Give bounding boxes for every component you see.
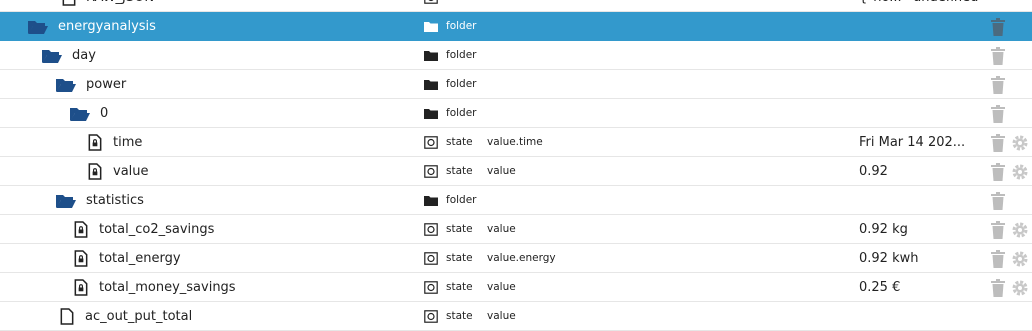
row-type: state — [446, 136, 473, 148]
gear-icon[interactable] — [1011, 250, 1029, 268]
gear-icon[interactable] — [1011, 221, 1029, 239]
tree-row-energyanalysis[interactable]: energyanalysis folder — [0, 12, 1032, 41]
state-type-icon — [424, 223, 438, 236]
row-name: value — [113, 164, 149, 179]
state-file-icon — [74, 279, 88, 296]
trash-icon[interactable] — [990, 163, 1006, 181]
trash-icon[interactable] — [990, 76, 1006, 94]
row-role: value.energy — [487, 252, 556, 264]
row-name: time — [113, 135, 143, 150]
row-name: statistics — [86, 193, 144, 208]
row-type: state — [446, 0, 473, 12]
row-role: value — [487, 0, 516, 12]
state-file-icon — [62, 0, 76, 6]
state-type-icon — [424, 310, 438, 323]
row-name: RAW_JSON — [86, 0, 154, 12]
state-type-icon — [424, 0, 438, 4]
row-name: day — [72, 48, 96, 63]
gear-icon[interactable] — [1011, 163, 1029, 181]
tree-row-0[interactable]: 0 folder — [0, 99, 1032, 128]
row-name: total_energy — [99, 251, 181, 266]
row-name: total_co2_savings — [99, 222, 215, 237]
tree-row-ac-out-put-total[interactable]: ac_out_put_total state value — [0, 302, 1032, 331]
row-role: value.time — [487, 136, 543, 148]
folder-open-icon — [28, 21, 48, 34]
row-type: state — [446, 281, 473, 293]
row-value: 0.92 kwh — [859, 251, 919, 266]
tree-row-value[interactable]: value state value 0.92 — [0, 157, 1032, 186]
row-name: energyanalysis — [58, 19, 156, 34]
trash-icon[interactable] — [990, 250, 1006, 268]
row-type: state — [446, 223, 473, 235]
row-value: 0.92 kg — [859, 222, 908, 237]
state-type-icon — [424, 281, 438, 294]
row-type: folder — [446, 107, 477, 119]
row-role: value — [487, 310, 516, 322]
row-value-2: undefined — [913, 0, 978, 12]
state-type-icon — [424, 165, 438, 178]
row-name: total_money_savings — [99, 280, 236, 295]
row-value: 0.25 € — [859, 280, 901, 295]
row-name: ac_out_put_total — [85, 309, 193, 324]
tree-row-raw-json[interactable]: RAW_JSON state value {"no... undefined — [0, 0, 1032, 12]
trash-icon[interactable] — [990, 279, 1006, 297]
folder-type-icon — [424, 22, 438, 32]
state-file-icon — [74, 221, 88, 238]
tree-row-time[interactable]: time state value.time Fri Mar 14 202... — [0, 128, 1032, 157]
trash-icon[interactable] — [990, 105, 1006, 123]
row-type: folder — [446, 49, 477, 61]
tree-row-total-money-savings[interactable]: total_money_savings state value 0.25 € — [0, 273, 1032, 302]
folder-open-icon — [70, 108, 90, 121]
folder-open-icon — [56, 195, 76, 208]
row-value: 0.92 — [859, 164, 888, 179]
folder-type-icon — [424, 109, 438, 119]
folder-type-icon — [424, 51, 438, 61]
row-type: folder — [446, 20, 477, 32]
row-role: value — [487, 165, 516, 177]
trash-icon[interactable] — [990, 18, 1006, 36]
gear-icon[interactable] — [1011, 134, 1029, 152]
trash-icon[interactable] — [990, 47, 1006, 65]
row-role: value — [487, 281, 516, 293]
state-file-icon — [60, 308, 74, 325]
row-name: 0 — [100, 106, 109, 121]
state-file-icon — [74, 250, 88, 267]
folder-type-icon — [424, 196, 438, 206]
tree-row-statistics[interactable]: statistics folder — [0, 186, 1032, 215]
tree-row-day[interactable]: day folder — [0, 41, 1032, 70]
row-type: state — [446, 252, 473, 264]
folder-open-icon — [42, 50, 62, 63]
row-type: state — [446, 310, 473, 322]
state-file-icon — [88, 163, 102, 180]
folder-open-icon — [56, 79, 76, 92]
row-value: {"no... — [859, 0, 902, 12]
folder-type-icon — [424, 80, 438, 90]
trash-icon[interactable] — [990, 192, 1006, 210]
tree-row-total-co2-savings[interactable]: total_co2_savings state value 0.92 kg — [0, 215, 1032, 244]
state-file-icon — [88, 134, 102, 151]
trash-icon[interactable] — [990, 221, 1006, 239]
row-name: power — [86, 77, 127, 92]
row-type: folder — [446, 194, 477, 206]
row-role: value — [487, 223, 516, 235]
tree-row-power[interactable]: power folder — [0, 70, 1032, 99]
row-type: folder — [446, 78, 477, 90]
row-type: state — [446, 165, 473, 177]
state-type-icon — [424, 252, 438, 265]
gear-icon[interactable] — [1011, 279, 1029, 297]
tree-row-total-energy[interactable]: total_energy state value.energy 0.92 kwh — [0, 244, 1032, 273]
trash-icon[interactable] — [990, 134, 1006, 152]
state-type-icon — [424, 136, 438, 149]
row-value: Fri Mar 14 202... — [859, 135, 966, 150]
